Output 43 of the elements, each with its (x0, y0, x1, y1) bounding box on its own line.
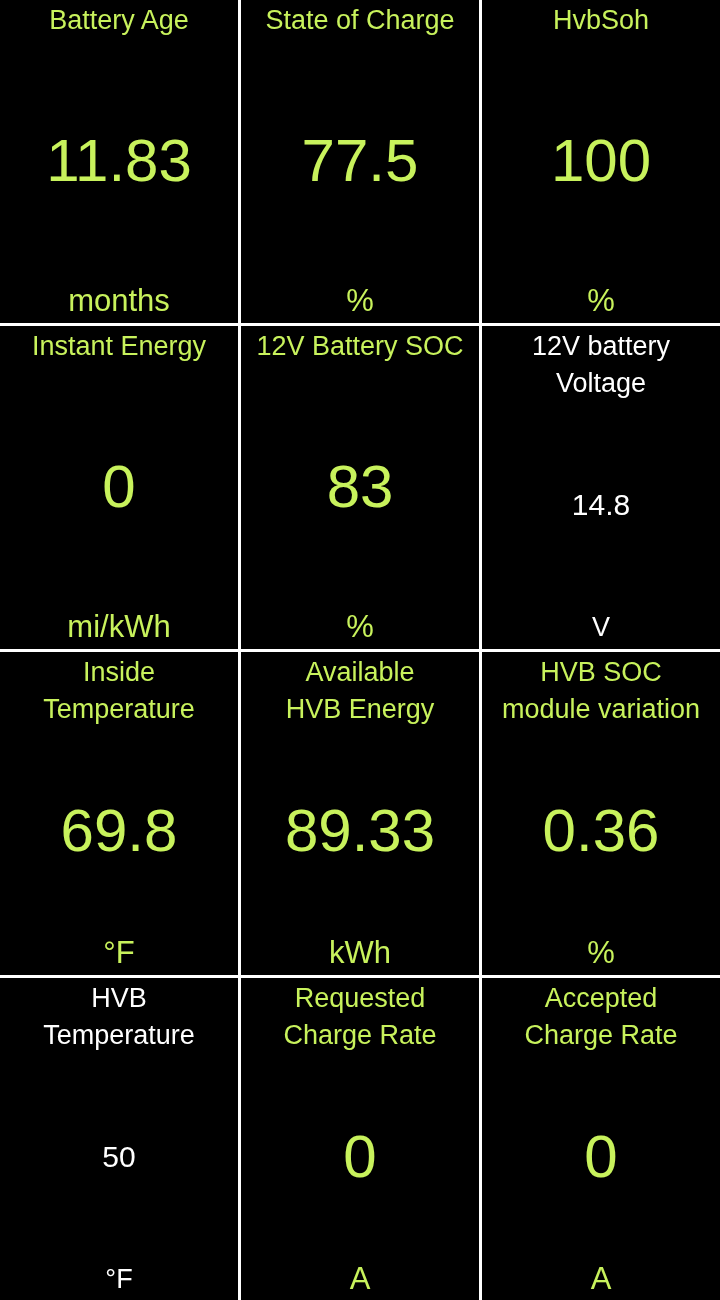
tile-title: Available (305, 656, 415, 689)
unit-label: % (587, 283, 615, 318)
tile-title: Requested (294, 982, 426, 1015)
tile-title: State of Charge (265, 4, 455, 37)
tile-title: 12V Battery SOC (256, 330, 464, 363)
reading-value: 0 (584, 1122, 618, 1191)
reading-value: 89.33 (284, 796, 436, 865)
reading-value: 50 (102, 1139, 136, 1174)
unit-label: °F (103, 935, 135, 970)
reading-value: 100 (550, 125, 652, 195)
unit-label: V (592, 612, 610, 642)
tile-title: Temperature (43, 693, 195, 726)
reading-value: 83 (326, 451, 394, 521)
unit-label: months (68, 283, 170, 318)
unit-label: kWh (329, 935, 391, 970)
tile-title: 12V battery (531, 330, 671, 363)
tile-title: Voltage (555, 367, 647, 400)
unit-label: °F (105, 1264, 133, 1294)
tile-title: HvbSoh (552, 4, 650, 37)
reading-value: 77.5 (301, 125, 419, 195)
reading-value: 0.36 (542, 796, 660, 865)
reading-value: 11.83 (46, 125, 192, 195)
reading-value: 69.8 (60, 796, 178, 865)
reading-value: 0 (343, 1122, 377, 1191)
tile-title: Charge Rate (524, 1019, 678, 1052)
tile-title: Charge Rate (283, 1019, 437, 1052)
unit-label: A (590, 1261, 612, 1296)
tile-title: Accepted (544, 982, 658, 1015)
unit-label: % (587, 935, 615, 970)
tile-title: Temperature (43, 1019, 195, 1052)
tile-title: HVB SOC (540, 656, 662, 689)
reading-value: 14.8 (571, 487, 631, 522)
unit-label: mi/kWh (67, 609, 171, 644)
tile-title: Instant Energy (31, 330, 207, 363)
tile-title: module variation (501, 693, 701, 726)
tile-title: HVB Energy (285, 693, 435, 726)
tile-title: Inside (82, 656, 155, 689)
tile-title: Battery Age (49, 4, 189, 37)
reading-value: 0 (102, 451, 136, 521)
unit-label: A (349, 1261, 371, 1296)
tile-title: HVB (91, 982, 147, 1015)
unit-label: % (346, 283, 374, 318)
unit-label: % (346, 609, 374, 644)
